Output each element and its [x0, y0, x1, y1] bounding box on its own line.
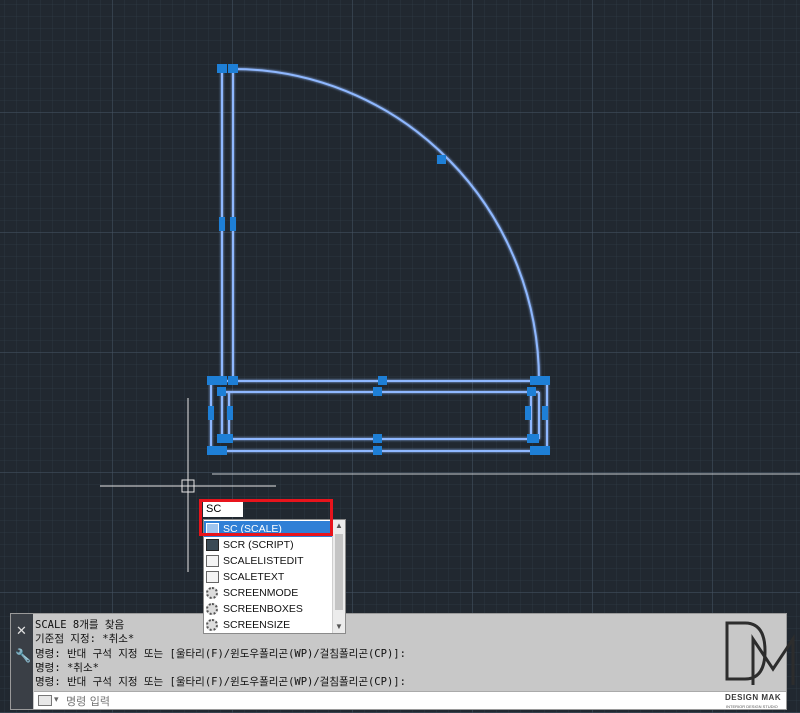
autocomplete-item-script[interactable]: SCR (SCRIPT) — [204, 537, 334, 553]
grip[interactable] — [525, 406, 531, 420]
door-drawing[interactable] — [0, 0, 800, 713]
grip[interactable] — [530, 446, 550, 455]
grip[interactable] — [373, 434, 382, 443]
grip[interactable] — [373, 387, 382, 396]
grip[interactable] — [207, 376, 227, 385]
grip[interactable] — [527, 434, 539, 443]
scale-icon — [206, 523, 219, 535]
scalelist-icon — [206, 555, 219, 567]
autocomplete-item-label: SCALELISTEDIT — [223, 555, 304, 567]
wrench-icon[interactable]: 🔧 — [15, 648, 31, 664]
scroll-up-icon[interactable]: ▲ — [333, 520, 345, 532]
grip[interactable] — [228, 376, 238, 385]
autocomplete-item-label: SCREENSIZE — [223, 619, 291, 631]
autocomplete-item-label: SCALETEXT — [223, 571, 285, 583]
grip[interactable] — [219, 217, 225, 231]
watermark-name: DESIGN MAK — [725, 693, 782, 702]
gear-icon — [206, 603, 218, 615]
gear-icon — [206, 619, 218, 631]
grip[interactable] — [217, 387, 226, 396]
watermark-subtitle: INTERIOR DESIGN STUDIO — [726, 704, 778, 709]
grip[interactable] — [228, 64, 238, 73]
autocomplete-item-label: SCR (SCRIPT) — [223, 539, 294, 551]
autocomplete-item-label: SCREENMODE — [223, 587, 299, 599]
logo-mark — [725, 621, 795, 685]
command-window[interactable]: ✕ 🔧 SCALE 8개를 찾음 기준점 지정: *취소* 명령: 반대 구석 … — [10, 613, 787, 710]
scroll-down-icon[interactable]: ▼ — [333, 621, 345, 633]
grip[interactable] — [217, 434, 233, 443]
history-line: 명령: *취소* — [35, 661, 99, 674]
history-line: SCALE 8개를 찾음 — [35, 619, 125, 631]
autocomplete-item-screenboxes[interactable]: SCREENBOXES — [204, 601, 334, 617]
autocomplete-item-label: SCREENBOXES — [223, 603, 303, 615]
grip[interactable] — [378, 376, 387, 385]
autocomplete-scrollbar[interactable]: ▲ ▼ — [332, 520, 345, 633]
autocomplete-item-screensize[interactable]: SCREENSIZE — [204, 617, 334, 633]
grip[interactable] — [227, 406, 233, 420]
gear-icon — [206, 587, 218, 599]
history-line: 기준점 지정: *취소* — [35, 633, 135, 646]
grip[interactable] — [527, 387, 536, 396]
autocomplete-item-scalelistedit[interactable]: SCALELISTEDIT — [204, 553, 334, 569]
grip[interactable] — [217, 64, 227, 73]
grip[interactable] — [230, 217, 236, 231]
grip[interactable] — [542, 406, 548, 420]
scrollbar-thumb[interactable] — [335, 534, 343, 610]
autocomplete-item-screenmode[interactable]: SCREENMODE — [204, 585, 334, 601]
grip[interactable] — [207, 446, 227, 455]
grip[interactable] — [530, 376, 550, 385]
watermark-logo: DESIGN MAK INTERIOR DESIGN STUDIO — [723, 619, 800, 713]
autocomplete-item-scale[interactable]: SC (SCALE) — [204, 521, 334, 537]
command-window-sidebar: ✕ 🔧 — [11, 614, 33, 709]
dynamic-input-field[interactable]: SC — [203, 502, 243, 517]
command-input[interactable] — [64, 693, 668, 710]
door-swing-arc[interactable] — [232, 68, 540, 382]
autocomplete-item-label: SC (SCALE) — [223, 523, 282, 535]
command-input-bar[interactable]: ▾ — [34, 691, 786, 710]
script-icon — [206, 539, 219, 551]
autocomplete-item-scaletext[interactable]: SCALETEXT — [204, 569, 334, 585]
chevron-down-icon[interactable]: ▾ — [54, 694, 59, 705]
history-line: 명령: 반대 구석 지정 또는 [울타리(F)/윈도우폴리곤(WP)/걸침폴리곤… — [35, 676, 406, 689]
command-prompt-icon[interactable] — [38, 695, 52, 706]
history-line: 명령: 반대 구석 지정 또는 [울타리(F)/윈도우폴리곤(WP)/걸침폴리곤… — [35, 647, 406, 660]
grip[interactable] — [437, 155, 446, 164]
command-history: SCALE 8개를 찾음 기준점 지정: *취소* 명령: 반대 구석 지정 또… — [35, 618, 716, 689]
close-icon[interactable]: ✕ — [16, 624, 27, 637]
grip[interactable] — [208, 406, 214, 420]
scaletext-icon — [206, 571, 219, 583]
command-autocomplete-list[interactable]: SC (SCALE) SCR (SCRIPT) SCALELISTEDIT SC… — [203, 519, 346, 634]
grips[interactable] — [207, 64, 550, 455]
grip[interactable] — [373, 446, 382, 455]
